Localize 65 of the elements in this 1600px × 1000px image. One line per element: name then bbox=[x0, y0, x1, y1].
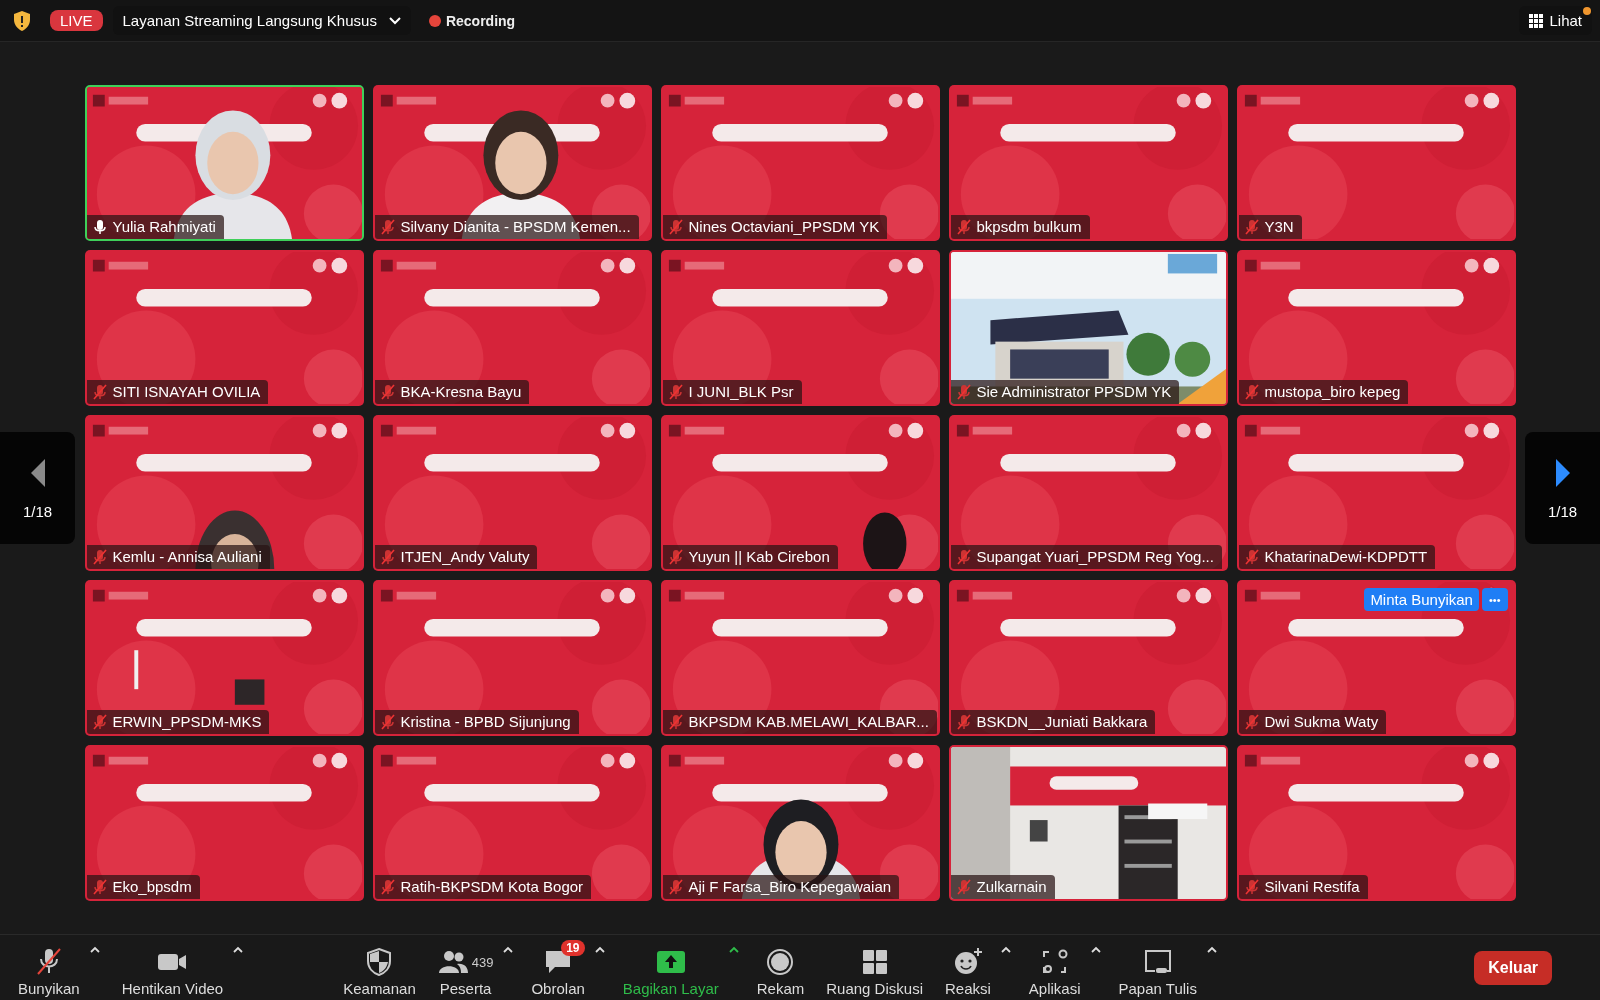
reaction-icon bbox=[952, 947, 983, 977]
participant-name: bkpsdm bulkum bbox=[976, 218, 1082, 235]
participant-name: Silvani Restifa bbox=[1264, 878, 1360, 895]
toolbar-label: Keamanan bbox=[343, 980, 416, 997]
leave-button[interactable]: Keluar bbox=[1474, 950, 1552, 985]
participant-name: Eko_bpsdm bbox=[112, 878, 192, 895]
participant-name: Nines Octaviani_PPSDM YK bbox=[688, 218, 880, 235]
page-indicator: 1/18 bbox=[1547, 502, 1578, 520]
toolbar-button[interactable]: Rekam bbox=[752, 938, 809, 997]
participant-name: BKA-Kresna Bayu bbox=[400, 383, 522, 400]
toolbar-label: Hentikan Video bbox=[121, 980, 224, 997]
toolbar-label: Papan Tulis bbox=[1118, 980, 1197, 997]
grid-icon bbox=[1529, 13, 1544, 28]
participant-name: BSKDN__Juniati Bakkara bbox=[976, 713, 1148, 730]
unread-badge: 19 bbox=[561, 940, 585, 956]
toolbar-label: Bagikan Layar bbox=[622, 980, 719, 997]
more-options-button[interactable]: ••• bbox=[1481, 588, 1508, 611]
participant-name: Silvany Dianita - BPSDM Kemen... bbox=[400, 218, 631, 235]
participant-name: Supangat Yuari_PPSDM Reg Yog... bbox=[976, 548, 1214, 565]
participant-name: Ratih-BKPSDM Kota Bogor bbox=[400, 878, 584, 895]
toolbar-label: Obrolan bbox=[531, 980, 585, 997]
participant-name: Dwi Sukma Waty bbox=[1264, 713, 1379, 730]
shield-icon[interactable] bbox=[12, 9, 32, 32]
participant-name: Yulia Rahmiyati bbox=[112, 218, 216, 235]
participant-name: Zulkarnain bbox=[976, 878, 1047, 895]
participant-name: Kristina - BPBD Sijunjung bbox=[400, 713, 571, 730]
participant-name: Yuyun || Kab Cirebon bbox=[688, 548, 830, 565]
participant-name: Kemlu - Annisa Auliani bbox=[112, 548, 262, 565]
next-page-arrow-icon[interactable] bbox=[1553, 456, 1572, 489]
toolbar-button[interactable]: Bunyikan bbox=[14, 938, 84, 997]
record-icon bbox=[765, 947, 796, 977]
toolbar-button[interactable]: Aplikasi bbox=[1024, 938, 1085, 997]
participant-name: I JUNI_BLK Psr bbox=[688, 383, 794, 400]
participant-name: BKPSDM KAB.MELAWI_KALBAR... bbox=[688, 713, 929, 730]
caret-icon bbox=[388, 16, 401, 25]
live-badge[interactable]: LIVE bbox=[50, 10, 103, 31]
view-button[interactable]: Lihat bbox=[1519, 6, 1592, 35]
participant-name: ITJEN_Andy Valuty bbox=[400, 548, 530, 565]
toolbar-label: Bunyikan bbox=[18, 980, 80, 997]
toolbar-label: Peserta bbox=[439, 980, 492, 997]
participant-name: KhatarinaDewi-KDPDTT bbox=[1264, 548, 1428, 565]
page-indicator: 1/18 bbox=[22, 502, 53, 520]
participant-name: ERWIN_PPSDM-MKS bbox=[112, 713, 262, 730]
toolbar-button[interactable]: Papan Tulis bbox=[1114, 938, 1201, 997]
toolbar-label: Reaksi bbox=[944, 980, 991, 997]
caret-icon[interactable] bbox=[728, 946, 739, 953]
toolbar-label: Aplikasi bbox=[1028, 980, 1081, 997]
participant-name: mustopa_biro kepeg bbox=[1264, 383, 1401, 400]
toolbar-button[interactable]: 19 Obrolan bbox=[527, 938, 589, 997]
toolbar-button[interactable]: 439 Peserta bbox=[433, 938, 498, 997]
toolbar-button[interactable]: Reaksi bbox=[940, 938, 995, 997]
toolbar-button[interactable]: Bagikan Layar bbox=[618, 938, 723, 997]
participant-name: Sie Administrator PPSDM YK bbox=[976, 383, 1172, 400]
recording-dot-icon bbox=[428, 14, 441, 27]
toolbar-button[interactable]: Ruang Diskusi bbox=[822, 938, 927, 997]
participant-count: 439 bbox=[471, 954, 494, 970]
participant-name: Y3N bbox=[1264, 218, 1294, 235]
participant-name: SITI ISNAYAH OVILIA bbox=[112, 383, 261, 400]
toolbar-button[interactable]: Hentikan Video bbox=[117, 938, 228, 997]
toolbar-label: Rekam bbox=[756, 980, 805, 997]
request-unmute-button[interactable]: Minta Bunyikan bbox=[1364, 588, 1479, 611]
toolbar-label: Ruang Diskusi bbox=[826, 980, 923, 997]
recording-label: Recording bbox=[445, 12, 516, 29]
participant-name: Aji F Farsa_Biro Kepegawaian bbox=[688, 878, 892, 895]
toolbar-button[interactable]: Keamanan bbox=[339, 938, 420, 997]
